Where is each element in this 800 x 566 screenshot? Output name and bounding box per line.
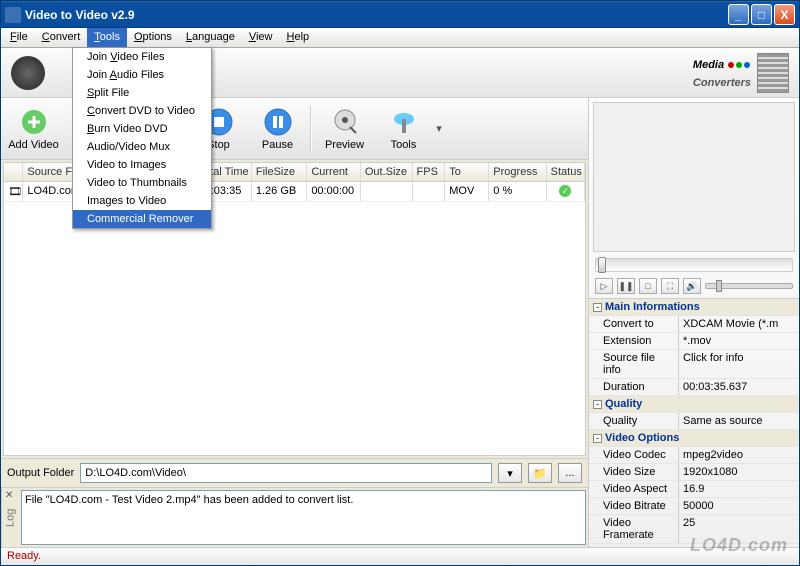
property-grid: -Main InformationsConvert toXDCAM Movie … [589,298,799,547]
menu-item-commercial-remover[interactable]: Commercial Remover [73,210,211,228]
volume-icon[interactable]: 🔊 [683,278,701,294]
add-icon [19,107,49,137]
pause-label: Pause [262,139,293,151]
add-video-label: Add Video [8,139,59,151]
pause-icon[interactable]: ❚❚ [617,278,635,294]
tools-button[interactable]: Tools [375,101,432,157]
preview-panel [593,102,795,252]
reel-icon [11,56,45,90]
col-current[interactable]: Current [307,163,361,181]
menu-item-join-video-files[interactable]: Join Video Files [73,48,211,66]
prop-row[interactable]: Video Size1920x1080 [589,464,799,481]
app-icon [5,7,21,23]
col-icon[interactable] [4,163,23,181]
col-fps[interactable]: FPS [413,163,446,181]
prop-row[interactable]: Extension*.mov [589,333,799,350]
prop-row[interactable]: QualitySame as source [589,413,799,430]
minimize-button[interactable]: _ [728,4,749,25]
volume-slider[interactable] [705,283,793,289]
tools-icon [389,107,419,137]
titlebar[interactable]: Video to Video v2.9 _ □ X [1,1,799,28]
close-button[interactable]: X [774,4,795,25]
col-out-size[interactable]: Out.Size [361,163,413,181]
output-row: Output Folder ▾ 📁 ... [1,458,588,487]
menu-view[interactable]: View [242,28,280,47]
menu-language[interactable]: Language [179,28,242,47]
output-folder-input[interactable] [80,463,492,483]
col-to[interactable]: To [445,163,489,181]
prop-row[interactable]: Duration00:03:35.637 [589,379,799,396]
maximize-button[interactable]: □ [751,4,772,25]
log-close-button[interactable]: ✕ [5,490,13,501]
menu-item-split-file[interactable]: Split File [73,84,211,102]
menu-options[interactable]: Options [127,28,179,47]
log-textbox[interactable]: File "LO4D.com - Test Video 2.mp4" has b… [21,490,586,545]
fullscreen-icon[interactable]: ⛶ [661,278,679,294]
menu-item-convert-dvd-to-video[interactable]: Convert DVD to Video [73,102,211,120]
tools-menu-dropdown: Join Video FilesJoin Audio FilesSplit Fi… [72,47,212,229]
add-video-button[interactable]: Add Video [5,101,62,157]
log-area: Log ✕ File "LO4D.com - Test Video 2.mp4"… [1,487,588,547]
prop-category-video-options[interactable]: -Video Options [589,430,799,447]
pause-button[interactable]: Pause [249,101,306,157]
preview-button[interactable]: Preview [316,101,373,157]
pause-icon [263,107,293,137]
menu-item-burn-video-dvd[interactable]: Burn Video DVD [73,120,211,138]
browse-folder-button[interactable]: 📁 [528,463,552,483]
col-status[interactable]: Status [547,163,585,181]
status-bar: Ready. [1,547,799,565]
prop-row[interactable]: Video Codecmpeg2video [589,447,799,464]
stop-icon[interactable]: □ [639,278,657,294]
tools-dropdown-arrow[interactable]: ▾ [434,122,444,135]
output-more-button[interactable]: ... [558,463,582,483]
window-title: Video to Video v2.9 [25,8,728,22]
output-folder-label: Output Folder [7,467,74,479]
menu-item-images-to-video[interactable]: Images to Video [73,192,211,210]
prop-category-quality[interactable]: -Quality [589,396,799,413]
menu-help[interactable]: Help [280,28,317,47]
film-icon [757,53,789,93]
play-icon[interactable]: ▷ [595,278,613,294]
col-filesize[interactable]: FileSize [252,163,307,181]
prop-row[interactable]: Video Aspect16.9 [589,481,799,498]
prop-category-main-informations[interactable]: -Main Informations [589,299,799,316]
prop-row[interactable]: Video Bitrate50000 [589,498,799,515]
seek-slider[interactable] [595,258,793,272]
menu-item-video-to-images[interactable]: Video to Images [73,156,211,174]
menu-item-audio-video-mux[interactable]: Audio/Video Mux [73,138,211,156]
tools-label: Tools [391,139,417,151]
col-progress[interactable]: Progress [489,163,546,181]
brand-logo: Media Converters [693,55,751,91]
preview-icon [330,107,360,137]
preview-controls: ▷ ❚❚ □ ⛶ 🔊 [589,274,799,298]
menu-tools[interactable]: Tools [87,28,127,47]
menu-file[interactable]: File [3,28,35,47]
menu-item-join-audio-files[interactable]: Join Audio Files [73,66,211,84]
menubar: FileConvertToolsOptionsLanguageViewHelp [1,28,799,48]
prop-row[interactable]: Source file infoClick for info [589,350,799,379]
output-dropdown-button[interactable]: ▾ [498,463,522,483]
menu-convert[interactable]: Convert [35,28,88,47]
prop-row[interactable]: Convert toXDCAM Movie (*.m [589,316,799,333]
watermark: LO4D.com [690,535,788,556]
right-pane: ▷ ❚❚ □ ⛶ 🔊 -Main InformationsConvert toX… [589,98,799,547]
menu-item-video-to-thumbnails[interactable]: Video to Thumbnails [73,174,211,192]
preview-label: Preview [325,139,364,151]
